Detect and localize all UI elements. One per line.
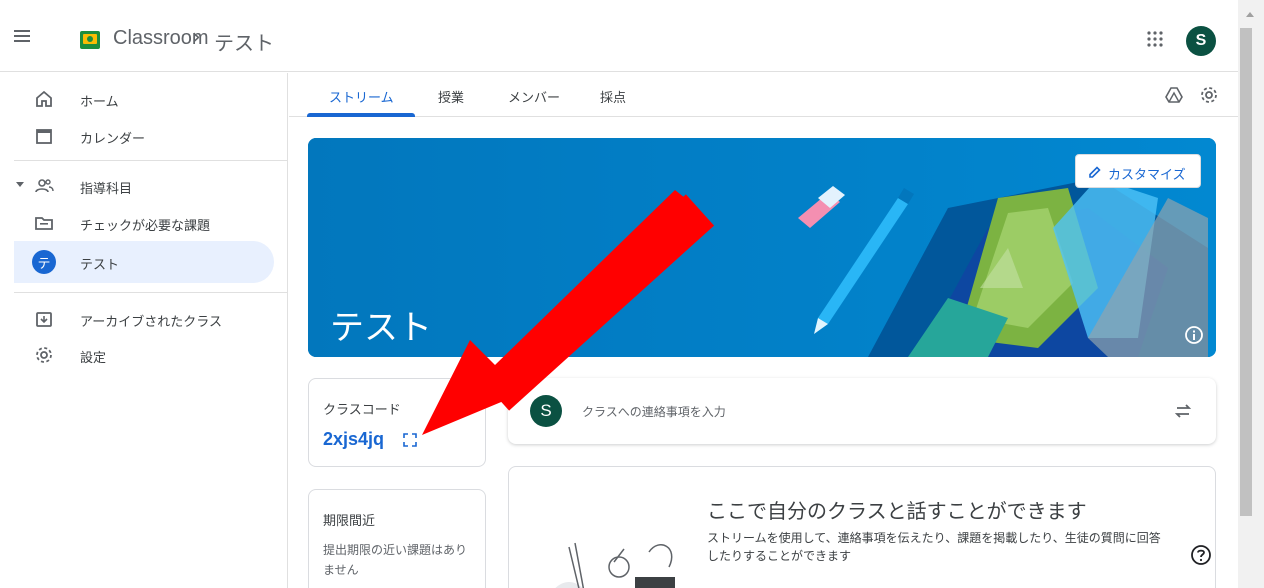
drive-icon[interactable] [1165,86,1183,104]
archive-icon [36,312,52,327]
upcoming-title: 期限間近 [323,514,376,529]
breadcrumb-separator: › [192,25,201,50]
stream-illustration [555,542,675,588]
class-tabs: ストリーム 授業 メンバー 採点 [289,73,1238,117]
stream-empty-card: ここで自分のクラスと話すことができます ストリームを使用して、連絡事項を伝えたり… [508,466,1216,588]
apps-grid-icon[interactable] [1146,30,1164,48]
sidebar-item-label: 設定 [80,351,107,366]
class-code-value[interactable]: 2xjs4jq [323,429,384,450]
stream-empty-title: ここで自分のクラスと話すことができます [707,499,1087,523]
customize-button[interactable]: カスタマイズ [1075,154,1201,188]
sidebar-divider [14,160,288,161]
sidebar-item-teaching[interactable]: 指導科目 [14,165,274,207]
sidebar-item-label: アーカイブされたクラス [80,315,222,330]
tab-classwork[interactable]: 授業 [438,87,464,106]
sidebar-divider [14,292,288,293]
customize-label: カスタマイズ [1108,168,1186,183]
sidebar-item-class-test[interactable]: テ テスト [14,241,274,283]
account-avatar[interactable]: S [1186,26,1216,56]
upcoming-text: 提出期限の近い課題はありません [323,543,468,577]
class-code-card: クラスコード 2xjs4jq [308,378,486,467]
top-header: Classroom › テスト S [0,0,1238,72]
class-code-label: クラスコード [323,403,401,418]
people-icon [35,179,54,193]
menu-icon[interactable] [10,22,38,50]
repost-icon[interactable] [1172,400,1194,422]
sidebar-item-label: 指導科目 [80,182,133,197]
tab-stream[interactable]: ストリーム [329,87,394,106]
announce-placeholder[interactable]: クラスへの連絡事項を入力 [582,403,726,420]
pencil-icon [1089,166,1101,178]
breadcrumb-class[interactable]: テスト [214,27,274,56]
info-icon[interactable] [1184,325,1204,345]
sidebar: ホーム カレンダー 指導科目 チェックが必要な課題 テ テスト アーカイブされた… [0,73,288,588]
gear-icon [36,347,52,363]
stream-empty-description: ストリームを使用して、連絡事項を伝えたり、課題を掲載したり、生徒の質問に回答した… [707,531,1161,563]
class-banner: テスト カスタマイズ [308,138,1216,357]
tab-grades[interactable]: 採点 [600,87,626,106]
sidebar-item-label: テスト [80,258,120,273]
class-avatar-icon: テ [32,250,56,274]
help-button[interactable] [1188,542,1214,568]
sidebar-item-label: チェックが必要な課題 [80,219,211,234]
help-icon [1191,545,1211,565]
tab-people[interactable]: メンバー [508,87,560,106]
sidebar-item-calendar[interactable]: カレンダー [14,115,274,157]
scroll-thumb[interactable] [1240,28,1252,516]
sidebar-item-label: ホーム [80,95,119,110]
user-avatar: S [530,395,562,427]
announce-box[interactable]: S クラスへの連絡事項を入力 [508,378,1216,444]
upcoming-card: 期限間近 提出期限の近い課題はありません [308,489,486,588]
sidebar-item-settings[interactable]: 設定 [14,334,274,376]
sidebar-item-home[interactable]: ホーム [14,78,274,120]
classroom-logo-icon[interactable] [80,31,100,49]
scroll-up-icon[interactable] [1246,12,1254,17]
class-name-heading: テスト [330,308,432,348]
calendar-icon [36,129,52,144]
classroom-app: Classroom › テスト S ホーム カレンダー 指導科目 チェックが必要… [0,0,1264,588]
fullscreen-icon[interactable] [403,433,417,447]
class-settings-gear-icon[interactable] [1199,85,1219,105]
caret-down-icon[interactable] [16,182,24,187]
tab-active-indicator [307,113,415,117]
folder-icon [35,217,53,230]
sidebar-item-to-review[interactable]: チェックが必要な課題 [14,202,274,244]
home-icon [36,90,52,107]
sidebar-item-label: カレンダー [80,132,146,147]
page-scrollbar[interactable] [1238,0,1264,588]
